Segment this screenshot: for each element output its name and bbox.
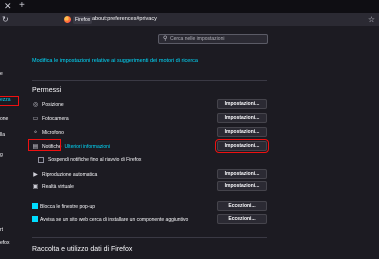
divider: [32, 80, 267, 81]
autoplay-icon: ▶: [33, 172, 38, 178]
permission-row-microphone: ⚬ Microfono Impostazioni...: [32, 127, 267, 138]
camera-settings-button[interactable]: Impostazioni...: [217, 113, 267, 123]
learn-more-link[interactable]: Ulteriori informazioni: [64, 144, 110, 150]
permission-label: Posizione: [42, 102, 64, 108]
search-engines-link[interactable]: Modifica le impostazioni relative ai sug…: [32, 58, 198, 64]
suspend-notifications-checkbox[interactable]: [38, 157, 44, 163]
microphone-icon: ⚬: [32, 130, 39, 136]
permissions-heading: Permessi: [32, 87, 62, 94]
notifications-settings-button[interactable]: Impostazioni...: [215, 139, 269, 153]
permission-label: Riproduzione automatica: [42, 172, 98, 178]
location-icon: ◎: [32, 102, 39, 108]
permission-label: Microfono: [42, 130, 64, 136]
permission-row-autoplay: ▶ Riproduzione automatica Impostazioni..…: [32, 169, 267, 180]
permission-row-camera: ▭ Fotocamera Impostazioni...: [32, 113, 267, 124]
location-settings-button[interactable]: Impostazioni...: [217, 99, 267, 109]
popup-exceptions-button[interactable]: Eccezioni...: [217, 201, 267, 211]
data-collection-heading: Raccolta e utilizzo dati di Firefox: [32, 246, 133, 253]
divider: [32, 237, 267, 238]
permission-label: Fotocamera: [42, 116, 69, 122]
main-content: Modifica le impostazioni relative ai sug…: [0, 0, 379, 259]
block-popups-option: Blocca le finestre pop-up Eccezioni...: [32, 201, 267, 212]
warn-addon-install-label: Avvisa se un sito web cerca di installar…: [40, 217, 189, 223]
permission-row-notifications: ▤ Notifiche Ulteriori informazioni Impost…: [32, 139, 269, 153]
permission-row-vr: ▣ Realtà virtuale Impostazioni...: [32, 181, 267, 192]
block-popups-checkbox[interactable]: [32, 203, 38, 209]
warn-addon-install-option: Avvisa se un sito web cerca di installar…: [32, 214, 267, 225]
addon-exceptions-button[interactable]: Eccezioni...: [217, 214, 267, 224]
block-popups-label: Blocca le finestre pop-up: [40, 204, 96, 210]
suspend-notifications-label: Sospendi notifiche fino al riavvio di Fi…: [48, 157, 142, 163]
vr-settings-button[interactable]: Impostazioni...: [217, 181, 267, 191]
camera-icon: ▭: [32, 116, 39, 122]
warn-addon-install-checkbox[interactable]: [32, 216, 38, 222]
vr-icon: ▣: [32, 184, 39, 190]
notifications-highlight-box: [28, 139, 61, 151]
permission-label: Realtà virtuale: [42, 184, 74, 190]
autoplay-settings-button[interactable]: Impostazioni...: [217, 169, 267, 179]
microphone-settings-button[interactable]: Impostazioni...: [217, 127, 267, 137]
permission-row-location: ◎ Posizione Impostazioni...: [32, 99, 267, 110]
